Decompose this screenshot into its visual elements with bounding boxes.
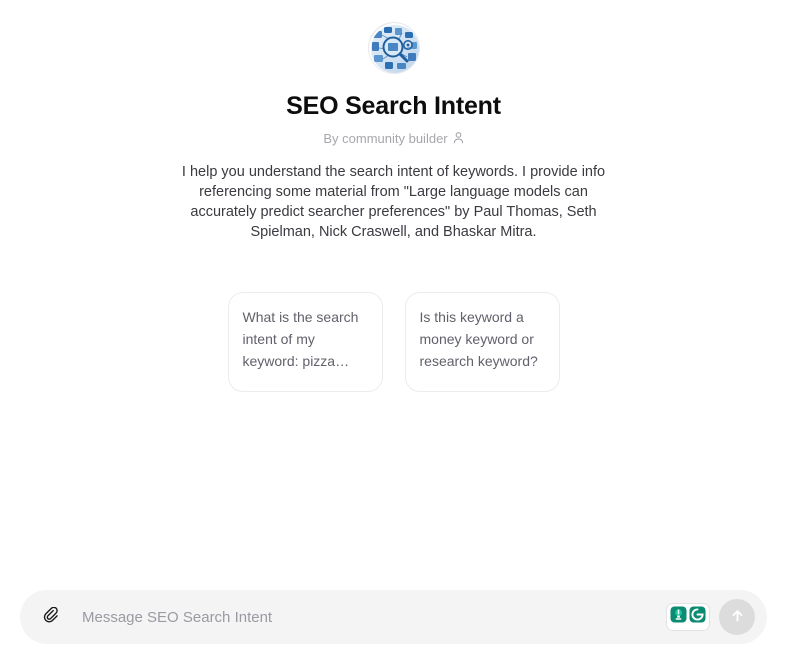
byline: By community builder [323,131,464,147]
intro-area: SEO Search Intent By community builder I… [0,0,787,590]
seo-search-intent-logo [367,22,420,74]
starter-prompt-card[interactable]: What is the search intent of my keyword:… [227,291,383,392]
byline-text: By community builder [323,131,448,147]
page-title: SEO Search Intent [286,92,501,120]
paperclip-icon [43,606,61,628]
grammarly-g-icon [689,606,706,628]
grammarly-widget[interactable] [666,603,710,631]
person-icon [453,131,464,146]
starter-prompt-card[interactable]: Is this keyword a money keyword or resea… [404,291,560,392]
gpt-description: I help you understand the search intent … [181,163,606,240]
composer-area [0,590,787,662]
send-button[interactable] [719,599,755,635]
lightbulb-icon [670,606,687,628]
starter-prompts: What is the search intent of my keyword:… [227,291,560,392]
attach-file-button[interactable] [38,603,66,631]
arrow-up-icon [729,607,746,627]
gpt-chat-screen: SEO Search Intent By community builder I… [0,0,787,662]
message-composer [20,590,767,644]
message-input[interactable] [66,590,666,644]
